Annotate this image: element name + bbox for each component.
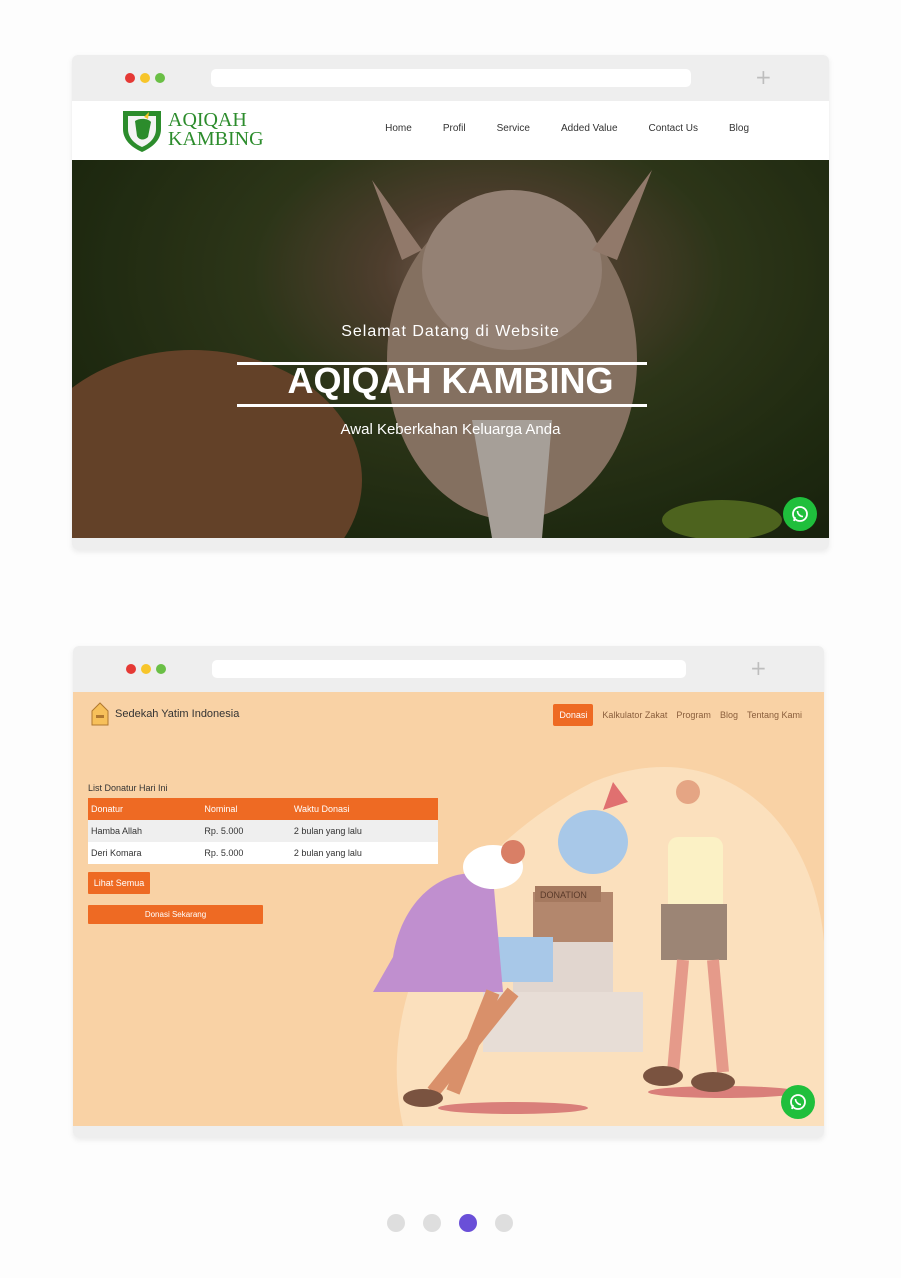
nav-home[interactable]: Home [385,123,412,134]
site-header: AQIQAH KAMBING Home Profil Service Added… [72,101,829,160]
browser-chrome: + [73,646,824,692]
donation-site: DONATION Sedekah Yatim Indonesia Donasi … [73,692,824,1126]
window-controls [126,664,166,674]
pagination-dot-2[interactable] [423,1214,441,1232]
cell-waktu: 2 bulan yang lalu [290,820,438,842]
whatsapp-button[interactable] [783,497,817,531]
nav-program[interactable]: Program [676,710,711,720]
pagination-dot-1[interactable] [387,1214,405,1232]
hero-title: AQIQAH KAMBING [287,360,614,401]
donate-now-button[interactable]: Donasi Sekarang [88,905,263,924]
donor-table: Donatur Nominal Waktu Donasi Hamba Allah… [88,798,438,864]
browser-bottom-bar [72,538,829,550]
whatsapp-icon [792,506,808,522]
hero-banner: Selamat Datang di Website AQIQAH KAMBING… [72,160,829,538]
nav-blog[interactable]: Blog [729,123,749,134]
address-bar [211,69,691,87]
donation-box-label: DONATION [540,890,587,900]
cell-nominal: Rp. 5.000 [201,820,291,842]
new-tab-icon: + [755,65,772,89]
showcase-card-aqiqah: + AQIQAH KAMBING Home Profil Service Add… [72,55,829,550]
browser-bottom-bar [73,1126,824,1138]
table-header-row: Donatur Nominal Waktu Donasi [88,798,438,820]
close-dot [126,664,136,674]
hero-overlay [72,160,829,538]
hero-subtitle: Selamat Datang di Website [341,323,560,340]
nav-contact-us[interactable]: Contact Us [649,123,698,134]
nav-kalkulator-zakat[interactable]: Kalkulator Zakat [602,710,667,720]
table-row: Hamba Allah Rp. 5.000 2 bulan yang lalu [88,820,438,842]
maximize-dot [156,664,166,674]
carousel-pagination [387,1214,513,1232]
cell-donatur: Deri Komara [88,842,202,864]
col-waktu: Waktu Donasi [290,798,438,820]
nav-added-value[interactable]: Added Value [561,123,618,134]
site-nav: Donasi Kalkulator Zakat Program Blog Ten… [553,704,802,726]
pagination-dot-3-active[interactable] [459,1214,477,1232]
nav-blog[interactable]: Blog [720,710,738,720]
cell-donatur: Hamba Allah [88,820,202,842]
brand-name: Sedekah Yatim Indonesia [115,708,240,720]
nav-profil[interactable]: Profil [443,123,466,134]
window-controls [125,73,165,83]
nav-donasi[interactable]: Donasi [553,704,594,726]
cell-waktu: 2 bulan yang lalu [290,842,438,864]
donor-list-title: List Donatur Hari Ini [88,783,168,793]
new-tab-icon: + [750,656,767,680]
col-donatur: Donatur [88,798,202,820]
minimize-dot [141,664,151,674]
hero-line-bottom [237,404,647,407]
minimize-dot [140,73,150,83]
whatsapp-icon [790,1094,806,1110]
table-row: Deri Komara Rp. 5.000 2 bulan yang lalu [88,842,438,864]
col-nominal: Nominal [201,798,291,820]
cell-nominal: Rp. 5.000 [201,842,291,864]
nav-tentang-kami[interactable]: Tentang Kami [747,710,802,720]
hero-tagline: Awal Keberkahan Keluarga Anda [340,421,561,438]
close-dot [125,73,135,83]
browser-chrome: + [72,55,829,101]
house-logo-icon [91,702,109,726]
see-all-button[interactable]: Lihat Semua [88,872,150,894]
maximize-dot [155,73,165,83]
site-logo[interactable]: AQIQAH KAMBING [120,107,264,153]
whatsapp-button[interactable] [781,1085,815,1119]
showcase-card-sedekah: + DONATION Sedekah Yatim Indonesia Donas… [73,646,824,1138]
pagination-dot-4[interactable] [495,1214,513,1232]
main-nav: Home Profil Service Added Value Contact … [385,123,749,134]
nav-service[interactable]: Service [497,123,530,134]
site-brand[interactable]: Sedekah Yatim Indonesia [91,702,239,726]
goat-shield-icon [123,111,161,152]
address-bar [212,660,686,678]
logo-line2: KAMBING [168,128,264,150]
